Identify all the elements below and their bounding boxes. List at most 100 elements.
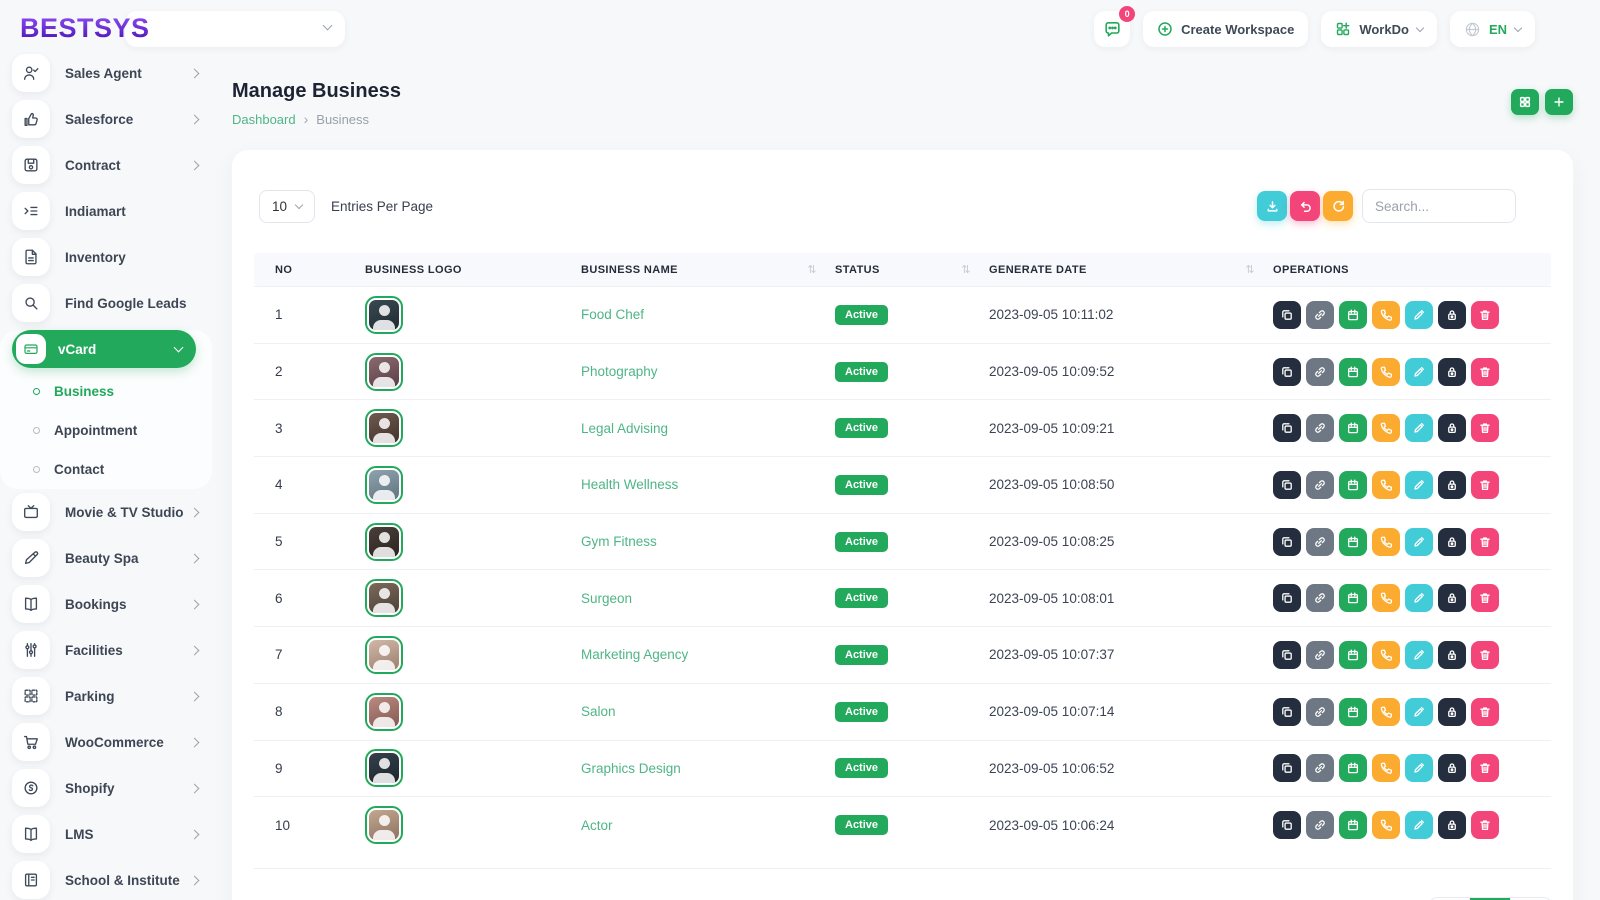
edit-button[interactable] bbox=[1405, 528, 1433, 556]
call-button[interactable] bbox=[1372, 414, 1400, 442]
edit-button[interactable] bbox=[1405, 358, 1433, 386]
duplicate-button[interactable] bbox=[1273, 414, 1301, 442]
delete-button[interactable] bbox=[1471, 471, 1499, 499]
business-name-link[interactable]: Legal Advising bbox=[581, 421, 835, 436]
calendar-button[interactable] bbox=[1339, 471, 1367, 499]
business-name-link[interactable]: Surgeon bbox=[581, 591, 835, 606]
workspace-dropdown[interactable] bbox=[125, 11, 345, 47]
delete-button[interactable] bbox=[1471, 414, 1499, 442]
lock-button[interactable] bbox=[1438, 811, 1466, 839]
link-button[interactable] bbox=[1306, 641, 1334, 669]
reload-button[interactable] bbox=[1323, 191, 1353, 221]
sidebar-item-sales-agent[interactable]: Sales Agent bbox=[0, 50, 212, 96]
delete-button[interactable] bbox=[1471, 301, 1499, 329]
business-name-link[interactable]: Food Chef bbox=[581, 307, 835, 322]
grid-view-button[interactable] bbox=[1511, 89, 1539, 115]
call-button[interactable] bbox=[1372, 471, 1400, 499]
duplicate-button[interactable] bbox=[1273, 698, 1301, 726]
duplicate-button[interactable] bbox=[1273, 641, 1301, 669]
link-button[interactable] bbox=[1306, 471, 1334, 499]
call-button[interactable] bbox=[1372, 698, 1400, 726]
sidebar-item-find-google-leads[interactable]: Find Google Leads bbox=[0, 280, 212, 326]
link-button[interactable] bbox=[1306, 698, 1334, 726]
sidebar-item-shopify[interactable]: Shopify bbox=[0, 765, 212, 811]
sidebar-subitem-business[interactable]: Business bbox=[0, 372, 212, 411]
sidebar-item-facilities[interactable]: Facilities bbox=[0, 627, 212, 673]
call-button[interactable] bbox=[1372, 641, 1400, 669]
edit-button[interactable] bbox=[1405, 301, 1433, 329]
delete-button[interactable] bbox=[1471, 358, 1499, 386]
lock-button[interactable] bbox=[1438, 754, 1466, 782]
delete-button[interactable] bbox=[1471, 811, 1499, 839]
lock-button[interactable] bbox=[1438, 358, 1466, 386]
lock-button[interactable] bbox=[1438, 414, 1466, 442]
sidebar-item-vcard[interactable]: vCard bbox=[12, 330, 196, 368]
edit-button[interactable] bbox=[1405, 414, 1433, 442]
calendar-button[interactable] bbox=[1339, 754, 1367, 782]
duplicate-button[interactable] bbox=[1273, 528, 1301, 556]
sidebar-item-school-institute[interactable]: School & Institute bbox=[0, 857, 212, 900]
business-name-link[interactable]: Gym Fitness bbox=[581, 534, 835, 549]
col-status[interactable]: STATUS⇅ bbox=[835, 263, 989, 276]
lock-button[interactable] bbox=[1438, 528, 1466, 556]
link-button[interactable] bbox=[1306, 301, 1334, 329]
call-button[interactable] bbox=[1372, 754, 1400, 782]
link-button[interactable] bbox=[1306, 811, 1334, 839]
edit-button[interactable] bbox=[1405, 641, 1433, 669]
col-generate-date[interactable]: GENERATE DATE⇅ bbox=[989, 263, 1273, 276]
sidebar-item-lms[interactable]: LMS bbox=[0, 811, 212, 857]
call-button[interactable] bbox=[1372, 584, 1400, 612]
sidebar-subitem-appointment[interactable]: Appointment bbox=[0, 411, 212, 450]
call-button[interactable] bbox=[1372, 301, 1400, 329]
sidebar-item-movie-tv-studio[interactable]: Movie & TV Studio bbox=[0, 489, 212, 535]
business-name-link[interactable]: Marketing Agency bbox=[581, 647, 835, 662]
entries-per-page-select[interactable]: 10 bbox=[259, 190, 315, 223]
col-business-name[interactable]: BUSINESS NAME⇅ bbox=[581, 263, 835, 276]
link-button[interactable] bbox=[1306, 528, 1334, 556]
lock-button[interactable] bbox=[1438, 471, 1466, 499]
business-name-link[interactable]: Graphics Design bbox=[581, 761, 835, 776]
delete-button[interactable] bbox=[1471, 698, 1499, 726]
calendar-button[interactable] bbox=[1339, 301, 1367, 329]
duplicate-button[interactable] bbox=[1273, 301, 1301, 329]
business-name-link[interactable]: Health Wellness bbox=[581, 477, 835, 492]
calendar-button[interactable] bbox=[1339, 528, 1367, 556]
reset-button[interactable] bbox=[1290, 191, 1320, 221]
calendar-button[interactable] bbox=[1339, 584, 1367, 612]
call-button[interactable] bbox=[1372, 811, 1400, 839]
link-button[interactable] bbox=[1306, 584, 1334, 612]
edit-button[interactable] bbox=[1405, 698, 1433, 726]
breadcrumb-dashboard-link[interactable]: Dashboard bbox=[232, 112, 296, 127]
messages-button[interactable]: 0 bbox=[1094, 11, 1130, 47]
sidebar-item-inventory[interactable]: Inventory bbox=[0, 234, 212, 280]
business-name-link[interactable]: Actor bbox=[581, 818, 835, 833]
call-button[interactable] bbox=[1372, 528, 1400, 556]
lock-button[interactable] bbox=[1438, 641, 1466, 669]
edit-button[interactable] bbox=[1405, 471, 1433, 499]
duplicate-button[interactable] bbox=[1273, 811, 1301, 839]
calendar-button[interactable] bbox=[1339, 698, 1367, 726]
link-button[interactable] bbox=[1306, 754, 1334, 782]
calendar-button[interactable] bbox=[1339, 414, 1367, 442]
search-input[interactable] bbox=[1362, 189, 1516, 223]
delete-button[interactable] bbox=[1471, 754, 1499, 782]
sidebar-item-parking[interactable]: Parking bbox=[0, 673, 212, 719]
export-button[interactable] bbox=[1257, 191, 1287, 221]
sidebar-item-beauty-spa[interactable]: Beauty Spa bbox=[0, 535, 212, 581]
link-button[interactable] bbox=[1306, 358, 1334, 386]
sidebar-item-woocommerce[interactable]: WooCommerce bbox=[0, 719, 212, 765]
duplicate-button[interactable] bbox=[1273, 471, 1301, 499]
delete-button[interactable] bbox=[1471, 641, 1499, 669]
edit-button[interactable] bbox=[1405, 754, 1433, 782]
sidebar-item-contract[interactable]: Contract bbox=[0, 142, 212, 188]
business-name-link[interactable]: Photography bbox=[581, 364, 835, 379]
business-name-link[interactable]: Salon bbox=[581, 704, 835, 719]
edit-button[interactable] bbox=[1405, 584, 1433, 612]
calendar-button[interactable] bbox=[1339, 811, 1367, 839]
create-workspace-button[interactable]: Create Workspace bbox=[1143, 11, 1308, 47]
link-button[interactable] bbox=[1306, 414, 1334, 442]
sidebar-item-indiamart[interactable]: Indiamart bbox=[0, 188, 212, 234]
calendar-button[interactable] bbox=[1339, 358, 1367, 386]
add-business-button[interactable] bbox=[1545, 89, 1573, 115]
delete-button[interactable] bbox=[1471, 528, 1499, 556]
